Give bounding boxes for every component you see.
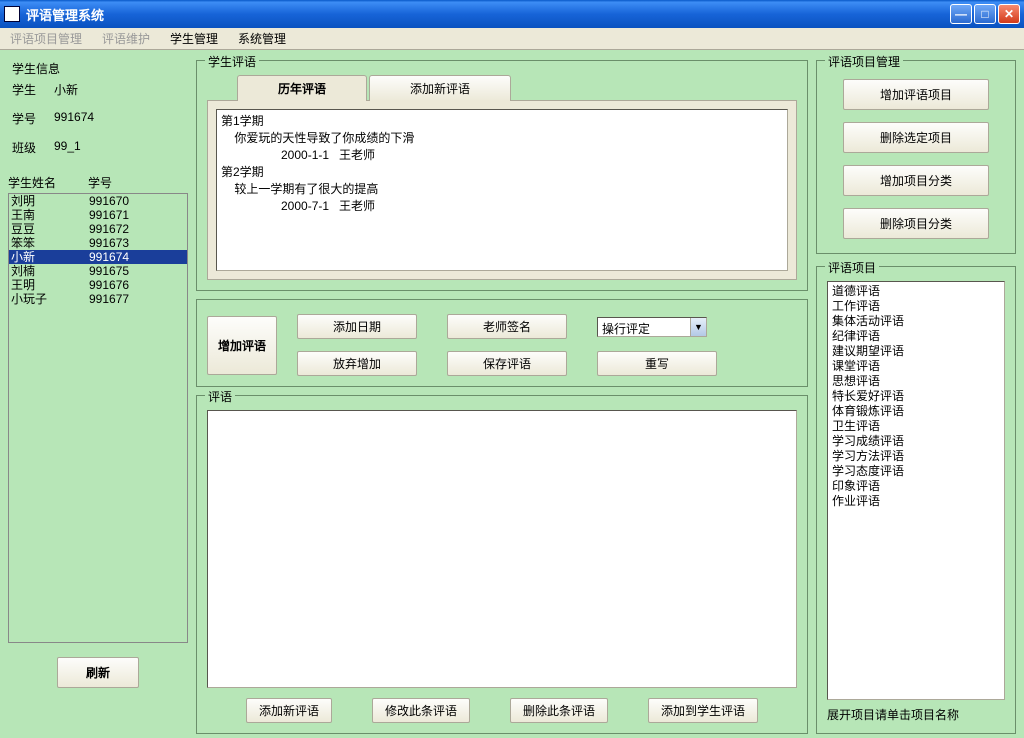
delete-category-button[interactable]: 删除项目分类 bbox=[843, 208, 989, 239]
label-student-name: 学生 bbox=[12, 81, 54, 98]
student-row-name: 小玩子 bbox=[11, 292, 89, 306]
category-item[interactable]: 学习方法评语 bbox=[830, 449, 1002, 464]
close-button[interactable]: ✕ bbox=[998, 4, 1020, 24]
comment-textarea[interactable] bbox=[207, 410, 797, 688]
add-new-comment-button[interactable]: 添加新评语 bbox=[246, 698, 332, 723]
category-item[interactable]: 卫生评语 bbox=[830, 419, 1002, 434]
maximize-button[interactable]: □ bbox=[974, 4, 996, 24]
add-date-button[interactable]: 添加日期 bbox=[297, 314, 417, 339]
student-row-name: 刘明 bbox=[11, 194, 89, 208]
student-row[interactable]: 刘明991670 bbox=[9, 194, 187, 208]
student-row-id: 991674 bbox=[89, 250, 129, 264]
student-row[interactable]: 笨笨991673 bbox=[9, 236, 187, 250]
category-list[interactable]: 道德评语工作评语集体活动评语纪律评语建议期望评语课堂评语思想评语特长爱好评语体育… bbox=[827, 281, 1005, 700]
app-icon bbox=[4, 6, 20, 22]
category-item[interactable]: 课堂评语 bbox=[830, 359, 1002, 374]
mgmt-group: 评语项目管理 增加评语项目 删除选定项目 增加项目分类 删除项目分类 bbox=[816, 60, 1016, 254]
category-hint: 展开项目请单击项目名称 bbox=[827, 706, 1005, 723]
delete-project-button[interactable]: 删除选定项目 bbox=[843, 122, 989, 153]
student-row-name: 王明 bbox=[11, 278, 89, 292]
category-item[interactable]: 体育锻炼评语 bbox=[830, 404, 1002, 419]
rewrite-button[interactable]: 重写 bbox=[597, 351, 717, 376]
tab-add-new[interactable]: 添加新评语 bbox=[369, 75, 511, 101]
category-item[interactable]: 学习成绩评语 bbox=[830, 434, 1002, 449]
category-item[interactable]: 特长爱好评语 bbox=[830, 389, 1002, 404]
student-list[interactable]: 刘明991670王南991671豆豆991672笨笨991673小新991674… bbox=[8, 193, 188, 643]
category-item[interactable]: 集体活动评语 bbox=[830, 314, 1002, 329]
tab-history[interactable]: 历年评语 bbox=[237, 75, 367, 101]
student-row-name: 笨笨 bbox=[11, 236, 89, 250]
label-student-id: 学号 bbox=[12, 110, 54, 127]
student-row[interactable]: 王明991676 bbox=[9, 278, 187, 292]
student-row-id: 991677 bbox=[89, 292, 129, 306]
student-info-group: 学生信息 学生 小新 学号 991674 班级 99_1 bbox=[8, 60, 188, 168]
window-titlebar: 评语管理系统 — □ ✕ bbox=[0, 0, 1024, 28]
menu-system[interactable]: 系统管理 bbox=[232, 28, 292, 49]
action-panel-group: 增加评语 添加日期 老师签名 操行评定 ▼ 放弃增加 保存评语 重写 bbox=[196, 299, 808, 387]
category-item[interactable]: 作业评语 bbox=[830, 494, 1002, 509]
category-item[interactable]: 印象评语 bbox=[830, 479, 1002, 494]
rating-dropdown-text: 操行评定 bbox=[598, 318, 690, 336]
add-to-student-button[interactable]: 添加到学生评语 bbox=[648, 698, 758, 723]
menu-comment-maintain[interactable]: 评语维护 bbox=[96, 28, 156, 49]
student-row-id: 991671 bbox=[89, 208, 129, 222]
student-row-id: 991670 bbox=[89, 194, 129, 208]
value-student-id: 991674 bbox=[54, 110, 94, 127]
student-row-name: 豆豆 bbox=[11, 222, 89, 236]
minimize-button[interactable]: — bbox=[950, 4, 972, 24]
category-item[interactable]: 学习态度评语 bbox=[830, 464, 1002, 479]
value-student-class: 99_1 bbox=[54, 139, 81, 156]
student-row[interactable]: 小新991674 bbox=[9, 250, 187, 264]
add-project-button[interactable]: 增加评语项目 bbox=[843, 79, 989, 110]
mgmt-legend: 评语项目管理 bbox=[825, 53, 903, 70]
category-item[interactable]: 建议期望评语 bbox=[830, 344, 1002, 359]
add-category-button[interactable]: 增加项目分类 bbox=[843, 165, 989, 196]
label-student-class: 班级 bbox=[12, 139, 54, 156]
edit-comment-button[interactable]: 修改此条评语 bbox=[372, 698, 470, 723]
rating-dropdown[interactable]: 操行评定 ▼ bbox=[597, 317, 707, 337]
teacher-sign-button[interactable]: 老师签名 bbox=[447, 314, 567, 339]
window-title: 评语管理系统 bbox=[26, 5, 950, 24]
delete-comment-button[interactable]: 删除此条评语 bbox=[510, 698, 608, 723]
save-button[interactable]: 保存评语 bbox=[447, 351, 567, 376]
student-row-id: 991673 bbox=[89, 236, 129, 250]
category-group: 评语项目 道德评语工作评语集体活动评语纪律评语建议期望评语课堂评语思想评语特长爱… bbox=[816, 266, 1016, 734]
menu-comment-project[interactable]: 评语项目管理 bbox=[4, 28, 88, 49]
student-list-header: 学生姓名 学号 bbox=[8, 174, 188, 191]
menu-bar: 评语项目管理 评语维护 学生管理 系统管理 bbox=[0, 28, 1024, 50]
student-row-name: 小新 bbox=[11, 250, 89, 264]
refresh-button[interactable]: 刷新 bbox=[57, 657, 139, 688]
col-student-name: 学生姓名 bbox=[8, 174, 88, 191]
student-row[interactable]: 刘楠991675 bbox=[9, 264, 187, 278]
student-row[interactable]: 豆豆991672 bbox=[9, 222, 187, 236]
value-student-name: 小新 bbox=[54, 81, 78, 98]
category-item[interactable]: 思想评语 bbox=[830, 374, 1002, 389]
student-row[interactable]: 小玩子991677 bbox=[9, 292, 187, 306]
student-comment-group: 学生评语 历年评语 添加新评语 bbox=[196, 60, 808, 291]
student-row-id: 991675 bbox=[89, 264, 129, 278]
category-item[interactable]: 道德评语 bbox=[830, 284, 1002, 299]
student-info-legend: 学生信息 bbox=[12, 60, 188, 77]
menu-student[interactable]: 学生管理 bbox=[164, 28, 224, 49]
student-comment-legend: 学生评语 bbox=[205, 53, 259, 70]
add-comment-button[interactable]: 增加评语 bbox=[207, 316, 277, 375]
comment-group: 评语 添加新评语 修改此条评语 删除此条评语 添加到学生评语 bbox=[196, 395, 808, 734]
category-legend: 评语项目 bbox=[825, 259, 879, 276]
history-textarea[interactable] bbox=[216, 109, 788, 271]
abandon-button[interactable]: 放弃增加 bbox=[297, 351, 417, 376]
student-row-id: 991676 bbox=[89, 278, 129, 292]
col-student-id: 学号 bbox=[88, 174, 112, 191]
student-row-name: 王南 bbox=[11, 208, 89, 222]
comment-legend: 评语 bbox=[205, 388, 235, 405]
student-row-id: 991672 bbox=[89, 222, 129, 236]
category-item[interactable]: 纪律评语 bbox=[830, 329, 1002, 344]
chevron-down-icon: ▼ bbox=[690, 318, 706, 336]
student-row-name: 刘楠 bbox=[11, 264, 89, 278]
student-row[interactable]: 王南991671 bbox=[9, 208, 187, 222]
category-item[interactable]: 工作评语 bbox=[830, 299, 1002, 314]
